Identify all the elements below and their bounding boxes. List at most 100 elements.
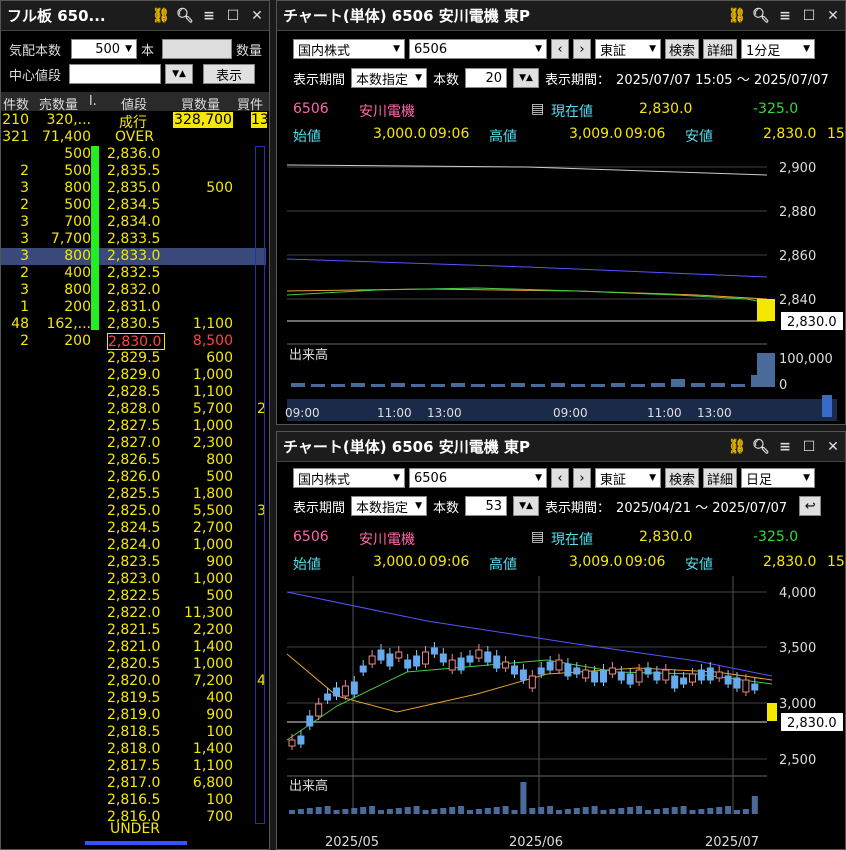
exchange-select[interactable]: 東証 ▼	[595, 468, 661, 488]
buy-row[interactable]: 2,816.5 100	[1, 792, 266, 809]
prev-button[interactable]: ‹	[551, 39, 569, 59]
sell-row[interactable]: 500 2,836.0	[1, 146, 266, 163]
qty-select[interactable]: 500 ▼	[71, 39, 138, 59]
buy-row[interactable]: 2,827.5 1,000	[1, 418, 266, 435]
board-scrollbar[interactable]	[85, 841, 187, 845]
buy-row[interactable]: 2,819.0 900	[1, 707, 266, 724]
buy-row[interactable]: 2,826.5 800	[1, 452, 266, 469]
buy-row[interactable]: 2,820.5 1,000	[1, 656, 266, 673]
volume-bar	[751, 796, 758, 814]
market-select[interactable]: 国内株式 ▼	[293, 468, 405, 488]
top-row-market[interactable]: 210 320,... 成行 328,700 13	[1, 112, 267, 131]
candle	[742, 679, 750, 693]
center-spin[interactable]: ▼▲	[165, 64, 194, 84]
count-input[interactable]: 53	[465, 496, 508, 516]
search-button[interactable]: 検索	[665, 39, 699, 59]
center-input[interactable]	[69, 64, 162, 84]
count-input[interactable]: 20	[465, 68, 508, 88]
prev-button[interactable]: ‹	[551, 468, 569, 488]
mode-select[interactable]: 本数指定 ▼	[351, 496, 428, 516]
next-button[interactable]: ›	[573, 39, 591, 59]
sell-row[interactable]: 3 800 2,832.0	[1, 282, 266, 299]
sell-row[interactable]: 2 400 2,832.5	[1, 265, 266, 282]
sell-row[interactable]: 3 700 2,834.0	[1, 214, 266, 231]
sell-row[interactable]: 2 200 2,830.0 8,500	[1, 333, 266, 350]
exchange-select[interactable]: 東証 ▼	[595, 39, 661, 59]
chart2-window: チャート(単体) 6506 安川電機 東P ⛓ 🔍︎ ≡ ☐ ✕ 国内株式 ▼ 6…	[276, 431, 846, 850]
board-vscroll[interactable]	[255, 146, 265, 824]
buy-row[interactable]: 2,827.0 2,300	[1, 435, 266, 452]
buy-row[interactable]: 2,822.0 11,300	[1, 605, 266, 622]
code-input[interactable]: 6506 ▼	[409, 468, 547, 488]
ma-line-blue	[286, 591, 773, 677]
buy-row[interactable]: 2,821.0 1,400	[1, 639, 266, 656]
overview-handle[interactable]	[822, 395, 832, 417]
search-icon[interactable]: 🔍︎	[749, 5, 773, 27]
buy-row[interactable]: 2,817.0 6,800	[1, 775, 266, 792]
detail-button[interactable]: 詳細	[703, 39, 737, 59]
maximize-icon[interactable]: ☐	[221, 5, 245, 27]
menu-icon[interactable]: ≡	[197, 5, 221, 27]
menu-icon[interactable]: ≡	[773, 5, 797, 27]
buy-row[interactable]: 2,825.5 1,800	[1, 486, 266, 503]
buy-row[interactable]: 2,823.0 1,000	[1, 571, 266, 588]
code-input[interactable]: 6506 ▼	[409, 39, 547, 59]
close-icon[interactable]: ✕	[821, 5, 845, 27]
layout-icon[interactable]	[162, 39, 233, 59]
buy-row[interactable]: 2,818.5 100	[1, 724, 266, 741]
buy-row[interactable]: 2,828.0 5,700 2	[1, 401, 266, 418]
search-icon[interactable]: 🔍︎	[749, 436, 773, 458]
cell: 700	[64, 214, 91, 230]
buy-row[interactable]: 2,824.0 1,000	[1, 537, 266, 554]
detail-button[interactable]: 詳細	[703, 468, 737, 488]
buy-row[interactable]: 2,823.5 900	[1, 554, 266, 571]
close-icon[interactable]: ✕	[245, 5, 269, 27]
buy-row[interactable]: 2,829.0 1,000	[1, 367, 266, 384]
link-icon[interactable]: ⛓	[725, 436, 749, 458]
maximize-icon[interactable]: ☐	[797, 436, 821, 458]
buy-row[interactable]: 2,818.0 1,400	[1, 741, 266, 758]
market-select[interactable]: 国内株式 ▼	[293, 39, 405, 59]
search-button[interactable]: 検索	[665, 468, 699, 488]
change-value: -325.0	[753, 529, 799, 545]
search-icon[interactable]: 🔍︎	[173, 5, 197, 27]
buy-row[interactable]: 2,819.5 400	[1, 690, 266, 707]
count-spin[interactable]: ▼▲	[513, 68, 540, 88]
show-button[interactable]: 表示	[203, 64, 256, 84]
sell-row[interactable]: 3 7,700 2,833.5	[1, 231, 266, 248]
buy-row[interactable]: 2,825.0 5,500 3	[1, 503, 266, 520]
sell-row[interactable]: 1 200 2,831.0	[1, 299, 266, 316]
count-spin[interactable]: ▼▲	[513, 496, 540, 516]
volume-bar	[404, 807, 411, 814]
close-icon[interactable]: ✕	[821, 436, 845, 458]
buy-row[interactable]: 2,826.0 500	[1, 469, 266, 486]
next-button[interactable]: ›	[573, 468, 591, 488]
buy-row[interactable]: 2,817.5 1,100	[1, 758, 266, 775]
buy-row[interactable]: 2,829.5 600	[1, 350, 266, 367]
mode-select[interactable]: 本数指定 ▼	[351, 68, 428, 88]
top-row-over[interactable]: 321 71,400 OVER	[1, 129, 266, 146]
buy-row[interactable]: 2,828.5 1,100	[1, 384, 266, 401]
buy-row[interactable]: 2,824.5 2,700	[1, 520, 266, 537]
sell-row[interactable]: 48 162,... 2,830.5 1,100	[1, 316, 266, 333]
period-label: 表示期間	[293, 500, 346, 516]
sell-row[interactable]: 3 800 2,835.0 500	[1, 180, 266, 197]
buy-row[interactable]: 2,821.5 2,200	[1, 622, 266, 639]
volume-bar	[475, 809, 482, 814]
link-icon[interactable]: ⛓	[149, 5, 173, 27]
volume-bar	[511, 383, 525, 387]
chart1-plot[interactable]: 2,900 2,880 2,860 2,840 09:00 11:00 13:00 09:0…	[277, 149, 845, 421]
period-select[interactable]: 1分足 ▼	[741, 39, 815, 59]
buy-row[interactable]: 2,822.5 500	[1, 588, 266, 605]
sell-row[interactable]: 3 800 2,833.0	[1, 248, 266, 265]
maximize-icon[interactable]: ☐	[797, 5, 821, 27]
sell-row[interactable]: 2 500 2,834.5	[1, 197, 266, 214]
sell-row[interactable]: 2 500 2,835.5	[1, 163, 266, 180]
volume-label: 出来高	[289, 347, 328, 363]
refresh-button[interactable]: ↩	[799, 496, 822, 516]
chart2-plot[interactable]: 4,000 3,500 3,000 2,500 2025/05 2025/06 2025/…	[277, 576, 845, 848]
link-icon[interactable]: ⛓	[725, 5, 749, 27]
menu-icon[interactable]: ≡	[773, 436, 797, 458]
buy-row[interactable]: 2,820.0 7,200 4	[1, 673, 266, 690]
period-select[interactable]: 日足 ▼	[741, 468, 815, 488]
